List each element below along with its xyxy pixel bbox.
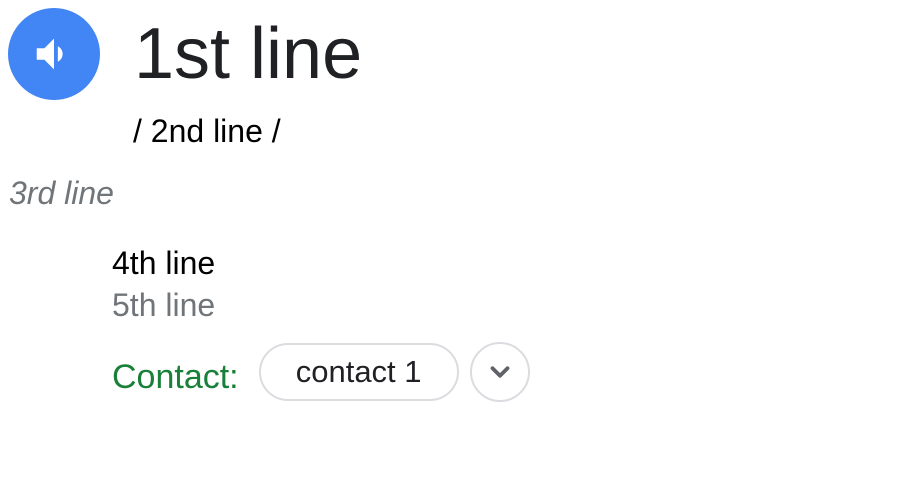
example-line: 5th line (112, 287, 216, 323)
part-of-speech: 3rd line (9, 175, 114, 211)
contact-chip-label: contact 1 (295, 354, 422, 389)
contact-chip[interactable]: contact 1 (258, 343, 459, 401)
phonetic-text: / 2nd line / (133, 113, 281, 149)
headword: 1st line (134, 14, 363, 94)
expand-button[interactable] (469, 342, 530, 402)
speaker-icon (36, 38, 63, 70)
contact-label: Contact: (112, 358, 239, 396)
contact-row: Contact: contact 1 (112, 341, 530, 403)
chevron-down-icon (490, 366, 509, 378)
speaker-button[interactable] (8, 8, 100, 100)
definition-line: 4th line (112, 245, 216, 281)
